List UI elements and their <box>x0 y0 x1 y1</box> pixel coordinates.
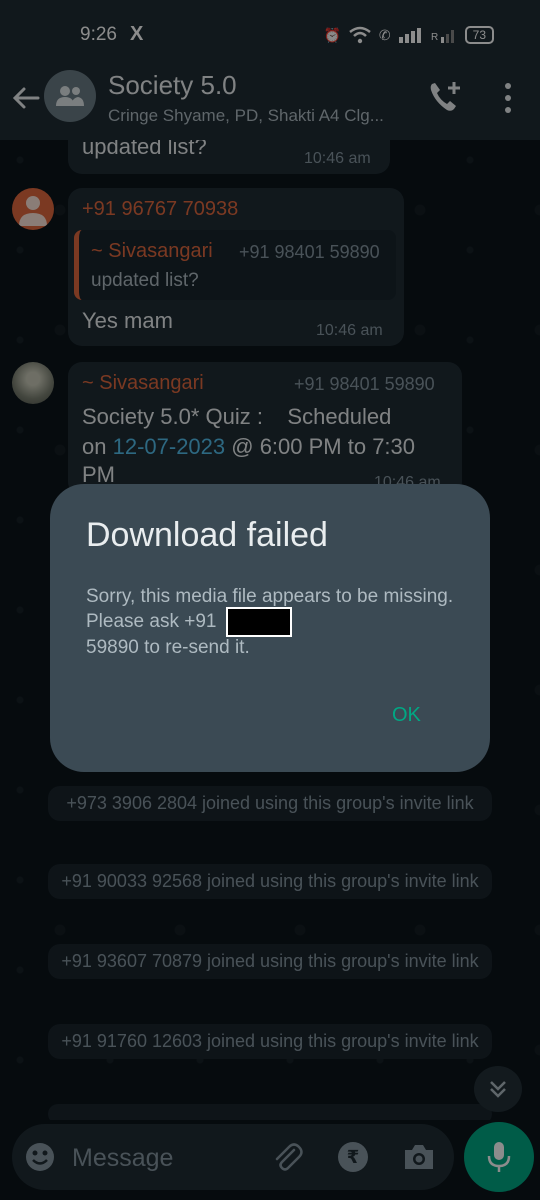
redacted-block <box>225 607 292 637</box>
dialog-message: Sorry, this media file appears to be mis… <box>86 586 456 658</box>
ok-button[interactable]: OK <box>392 704 421 727</box>
dialog-body-text-end: 59890 to re-send it. <box>86 637 250 658</box>
download-failed-dialog: Download failed Sorry, this media file a… <box>50 484 490 772</box>
dialog-title: Download failed <box>86 516 328 554</box>
